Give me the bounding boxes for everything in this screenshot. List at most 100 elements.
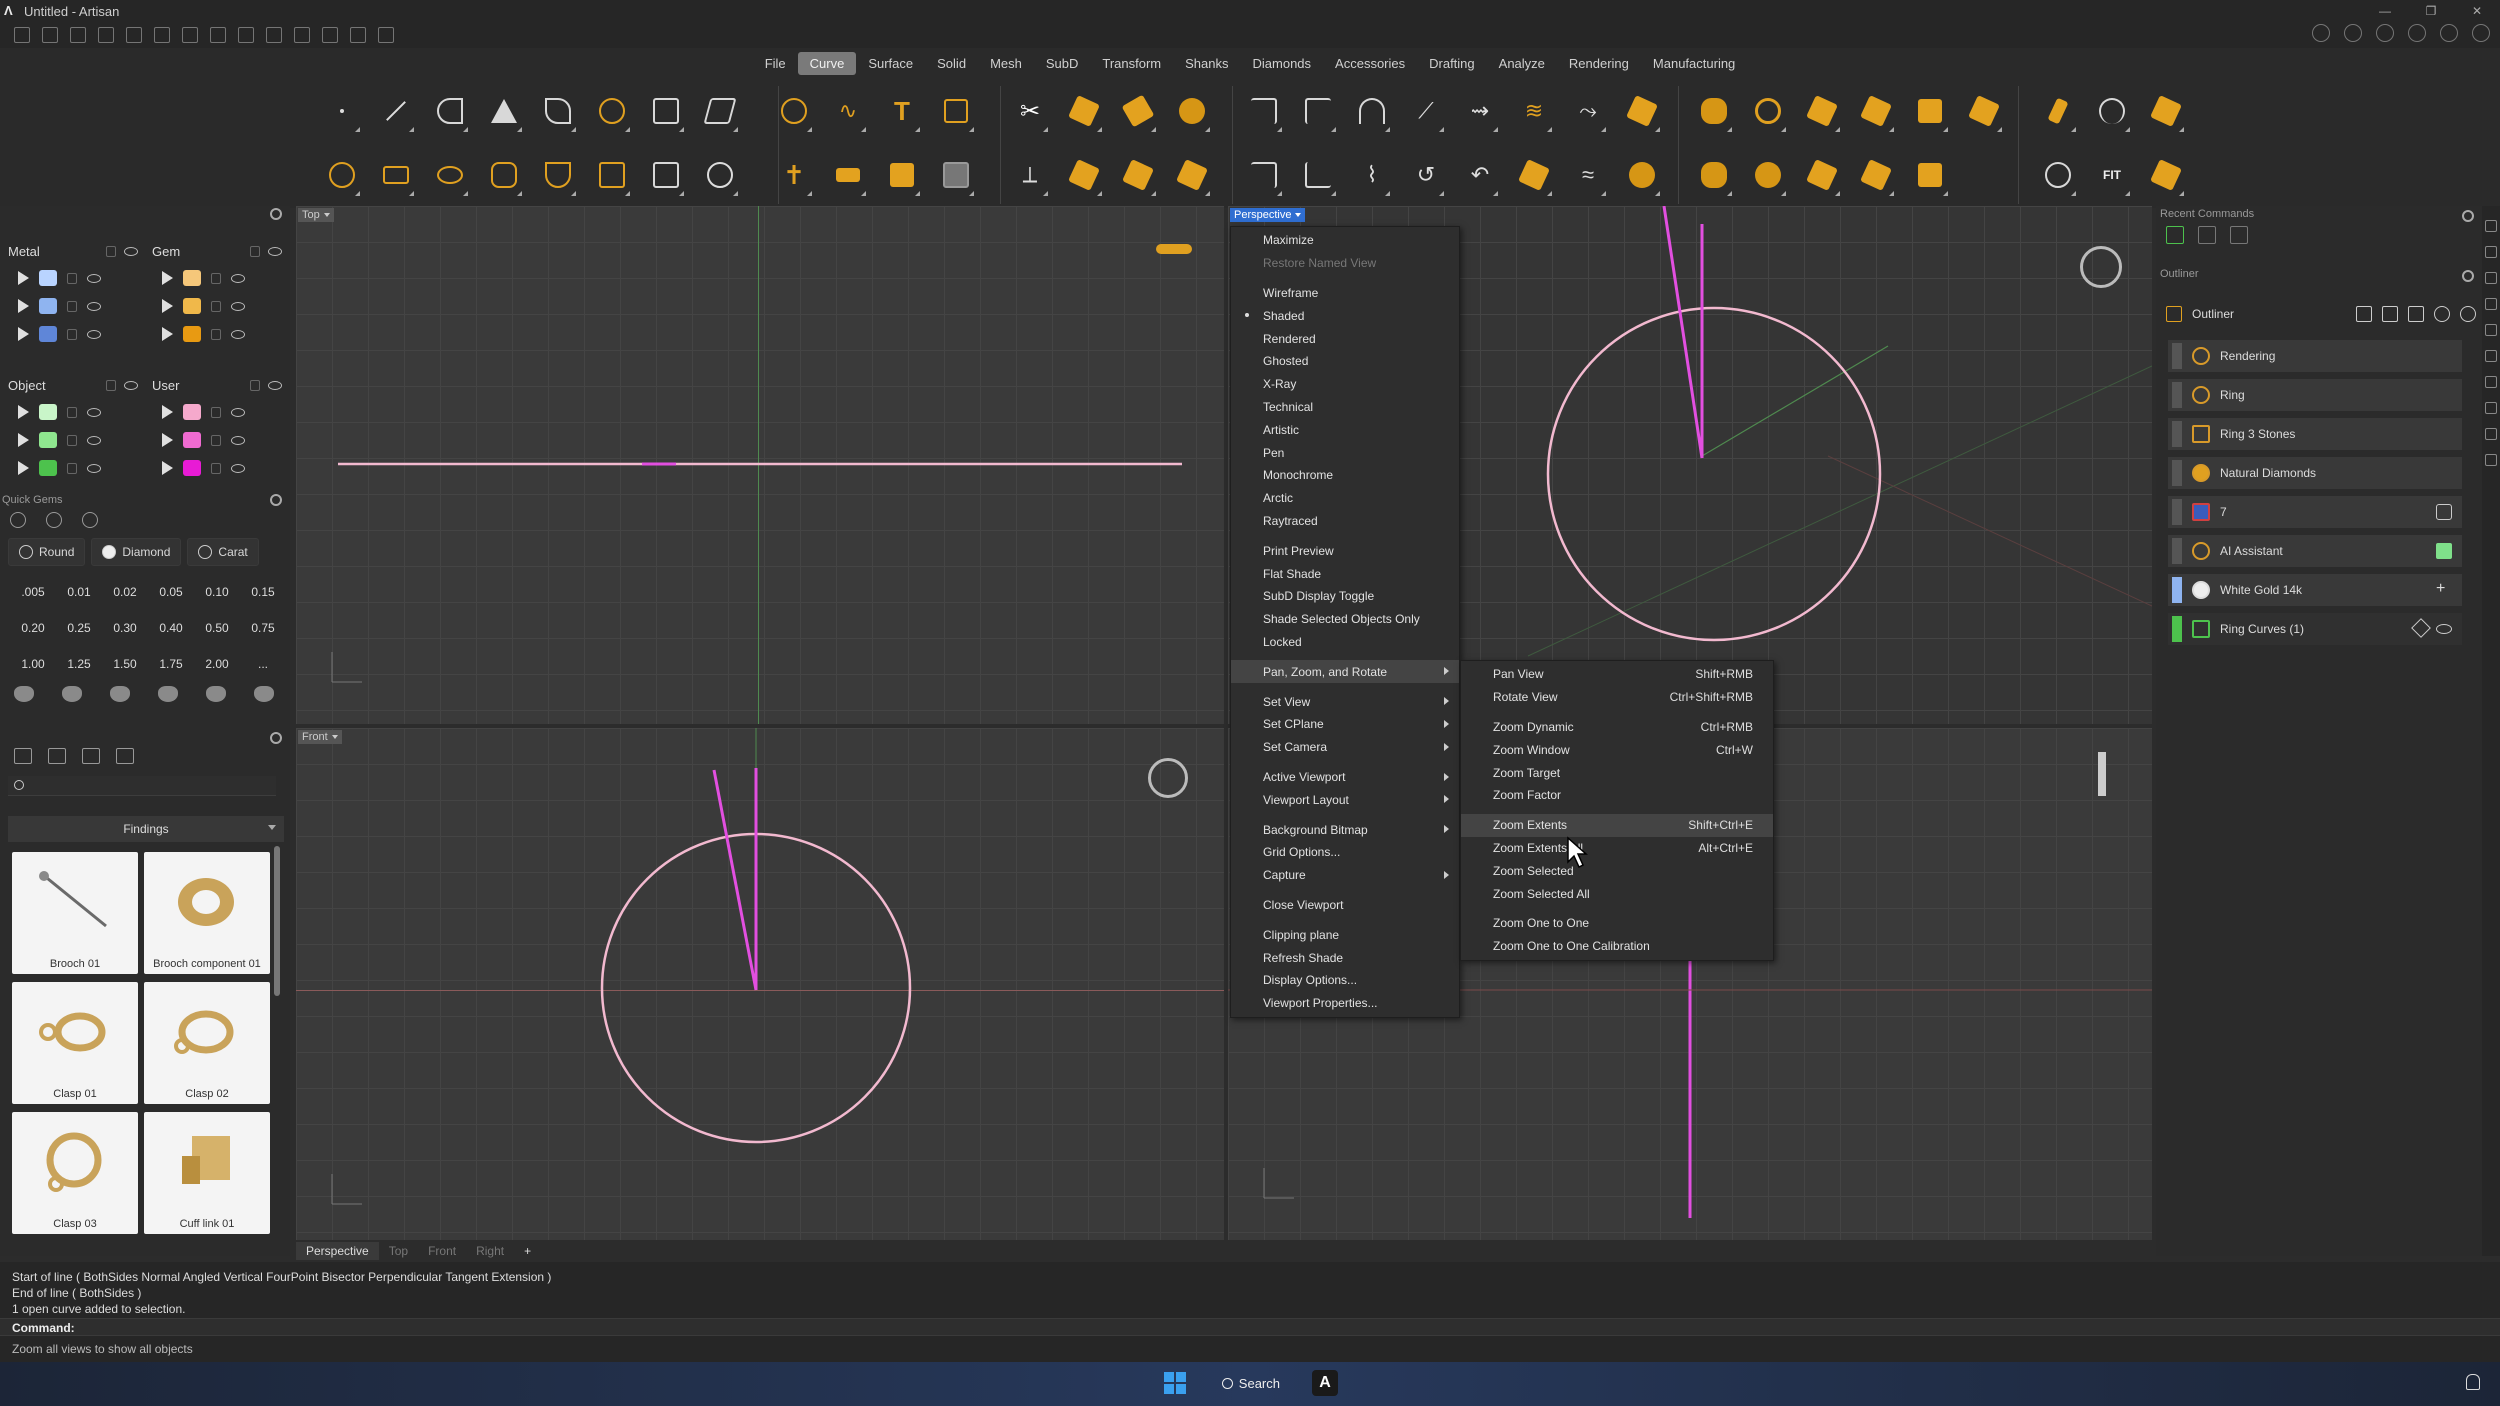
gem-size-button[interactable]: 2.00 — [194, 646, 240, 682]
pan-zoom-menu-item[interactable]: Zoom Extents Shift+Ctrl+E — [1461, 813, 1773, 837]
import-icon[interactable] — [238, 27, 254, 43]
layers-settings-icon[interactable] — [270, 208, 282, 220]
gem-size-button[interactable]: 0.02 — [102, 574, 148, 610]
eye-icon[interactable] — [124, 380, 138, 390]
helix-tool-button[interactable] — [588, 146, 636, 204]
library-item[interactable]: Clasp 03 — [12, 1112, 138, 1234]
restore-icon[interactable]: ❐ — [2408, 0, 2454, 22]
outliner-item-ring[interactable]: Ring — [2168, 379, 2462, 411]
polygon2-tool-button[interactable] — [480, 146, 528, 204]
new-template-icon[interactable] — [42, 27, 58, 43]
play-icon[interactable] — [162, 405, 173, 419]
layer-group-header[interactable]: User — [152, 372, 282, 398]
pave-button[interactable] — [1852, 82, 1900, 140]
eye-icon[interactable] — [231, 301, 245, 311]
gem-preset-2-icon[interactable] — [62, 686, 82, 702]
interp-curve-button[interactable] — [534, 146, 582, 204]
viewport-menu-item[interactable]: Pen — [1231, 441, 1459, 464]
blend-button[interactable] — [1168, 146, 1216, 204]
gem-layout-button[interactable] — [2142, 82, 2190, 140]
layer-color-swatch[interactable] — [183, 326, 201, 342]
contour-button[interactable]: ≋ — [1510, 82, 1558, 140]
viewport-menu-item[interactable]: Shade Selected Objects Only — [1231, 608, 1459, 631]
pick-icon[interactable] — [2356, 306, 2372, 322]
gem-size-button[interactable]: 0.50 — [194, 610, 240, 646]
display-panel-icon[interactable] — [2485, 350, 2497, 362]
grid-view-icon[interactable] — [116, 748, 134, 764]
viewport-menu-item[interactable]: Flat Shade — [1231, 562, 1459, 585]
channel-button[interactable] — [1852, 146, 1900, 204]
layer-row[interactable] — [8, 264, 138, 292]
simplify-button[interactable]: ⇝ — [1456, 82, 1504, 140]
rebuild-button[interactable]: ⟋ — [1402, 82, 1450, 140]
wave-tool-button[interactable] — [824, 146, 872, 204]
viewport-menu-item[interactable]: Set CPlane — [1231, 713, 1459, 736]
gem-size-button[interactable]: 1.50 — [102, 646, 148, 682]
ring-shank-button[interactable] — [1744, 82, 1792, 140]
menu-transform[interactable]: Transform — [1090, 52, 1173, 75]
viewport-tab-right[interactable]: Right — [466, 1242, 514, 1260]
cross-tool-button[interactable]: ✝ — [770, 146, 818, 204]
gem-preset-6-icon[interactable] — [254, 686, 274, 702]
eye-icon[interactable] — [87, 407, 101, 417]
polygon-tool-button[interactable] — [480, 82, 528, 140]
lock-icon[interactable] — [67, 300, 77, 312]
outliner-item-ring-curves[interactable]: Ring Curves (1) — [2168, 613, 2462, 645]
menu-manufacturing[interactable]: Manufacturing — [1641, 52, 1747, 75]
lock-icon[interactable] — [67, 272, 77, 284]
play-icon[interactable] — [18, 405, 29, 419]
refresh-icon[interactable] — [2434, 306, 2450, 322]
viewport-menu-item[interactable]: Locked — [1231, 631, 1459, 654]
gem-pin-icon[interactable] — [82, 512, 98, 528]
layer-row[interactable] — [8, 398, 138, 426]
eye-icon[interactable] — [2436, 624, 2452, 634]
logo-tool-button[interactable] — [932, 82, 980, 140]
add-icon[interactable]: + — [2436, 581, 2452, 598]
outliner-item-ai-assistant[interactable]: AI Assistant — [2168, 535, 2462, 567]
circle-tool-button[interactable] — [318, 146, 366, 204]
mesh-curve-button[interactable] — [696, 82, 744, 140]
layer-row[interactable] — [8, 454, 138, 482]
layer-color-swatch[interactable] — [39, 432, 57, 448]
eye-icon[interactable] — [231, 407, 245, 417]
layer-group-header[interactable]: Gem — [152, 238, 282, 264]
ball-tool-button[interactable] — [696, 146, 744, 204]
help-icon[interactable] — [2408, 24, 2426, 42]
layer-color-swatch[interactable] — [39, 298, 57, 314]
viewport-menu-item[interactable]: Close Viewport — [1231, 894, 1459, 917]
viewport-menu-item[interactable]: Refresh Shade — [1231, 946, 1459, 969]
gem-type-diamond-button[interactable]: Diamond — [91, 538, 182, 566]
command-line-input[interactable]: Command: — [0, 1318, 2500, 1336]
menu-file[interactable]: File — [753, 52, 798, 75]
viewport-menu-item[interactable]: Raytraced — [1231, 510, 1459, 533]
lock-icon[interactable] — [106, 379, 116, 391]
ring-profile-button[interactable] — [1690, 146, 1738, 204]
layer-group-header[interactable]: Metal — [8, 238, 138, 264]
prong-button[interactable] — [1798, 146, 1846, 204]
color-panel-icon[interactable] — [2485, 428, 2497, 440]
help-panel-icon[interactable] — [2485, 376, 2497, 388]
pan-zoom-menu-item[interactable]: Zoom Selected — [1461, 859, 1773, 882]
lock-icon[interactable] — [211, 406, 221, 418]
save-icon[interactable] — [182, 27, 198, 43]
viewport-menu-item[interactable]: Viewport Layout — [1231, 788, 1459, 811]
eye-icon[interactable] — [231, 273, 245, 283]
lock-icon[interactable] — [250, 245, 260, 257]
play-icon[interactable] — [162, 299, 173, 313]
lock-icon[interactable] — [67, 462, 77, 474]
cube-button[interactable] — [1906, 82, 1954, 140]
signature-tool-button[interactable]: ∿ — [824, 82, 872, 140]
offset-button[interactable] — [1114, 82, 1162, 140]
split-button[interactable]: ⟂ — [1006, 146, 1054, 204]
pan-zoom-menu-item[interactable]: Zoom Dynamic Ctrl+RMB — [1461, 716, 1773, 739]
outliner-settings-icon[interactable] — [2462, 270, 2474, 282]
gem-preset-3-icon[interactable] — [110, 686, 130, 702]
viewport-menu-item[interactable]: Set Camera — [1231, 736, 1459, 759]
menu-solid[interactable]: Solid — [925, 52, 978, 75]
menu-shanks[interactable]: Shanks — [1173, 52, 1240, 75]
explode-button[interactable] — [1060, 146, 1108, 204]
library-item[interactable]: Brooch 01 — [12, 852, 138, 974]
pan-zoom-menu-item[interactable]: Zoom Factor — [1461, 784, 1773, 807]
menu-accessories[interactable]: Accessories — [1323, 52, 1417, 75]
eye-icon[interactable] — [231, 463, 245, 473]
